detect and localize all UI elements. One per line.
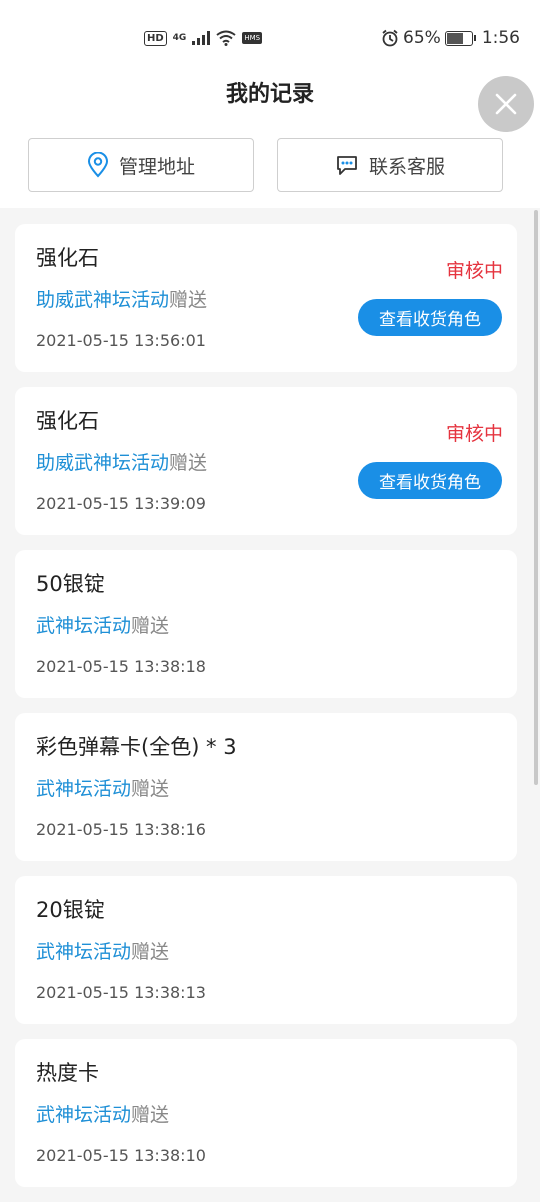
record-source: 武神坛活动赠送 — [36, 937, 169, 964]
signal-icon — [192, 31, 211, 45]
record-source-link[interactable]: 武神坛活动 — [36, 615, 131, 637]
record-source: 武神坛活动赠送 — [36, 774, 169, 801]
battery-percent: 65% — [403, 28, 441, 48]
record-item-name: 彩色弹幕卡(全色) * 3 — [36, 735, 237, 759]
status-badge: 审核中 — [445, 423, 503, 445]
header-area: HD 4G HMS 65% 1:56 我的记录 管理地址 联系客服 — [0, 0, 540, 208]
record-source-suffix: 赠送 — [131, 1104, 170, 1126]
record-source-suffix: 赠送 — [131, 778, 170, 800]
record-source-link[interactable]: 助威武神坛活动 — [36, 289, 169, 311]
manage-address-label: 管理地址 — [118, 155, 195, 178]
record-card: 彩色弹幕卡(全色) * 3 武神坛活动赠送 2021-05-15 13:38:1… — [15, 713, 517, 861]
battery-icon — [444, 30, 476, 46]
record-timestamp: 2021-05-15 13:38:10 — [36, 1146, 206, 1165]
record-item-name: 50银锭 — [36, 572, 105, 596]
record-source-suffix: 赠送 — [131, 615, 170, 637]
close-icon — [495, 93, 517, 115]
scrollbar[interactable] — [534, 210, 538, 785]
record-source-suffix: 赠送 — [131, 941, 170, 963]
clock-time: 1:56 — [481, 28, 520, 48]
record-source: 武神坛活动赠送 — [36, 1100, 169, 1127]
record-item-name: 热度卡 — [36, 1061, 99, 1085]
record-timestamp: 2021-05-15 13:38:13 — [36, 983, 206, 1002]
manage-address-button[interactable]: 管理地址 — [28, 138, 254, 192]
status-badge: 审核中 — [445, 260, 503, 282]
record-item-name: 强化石 — [36, 409, 99, 433]
wifi-icon — [216, 30, 236, 46]
record-source-link[interactable]: 武神坛活动 — [36, 778, 131, 800]
record-card: 20银锭 武神坛活动赠送 2021-05-15 13:38:13 — [15, 876, 517, 1024]
record-source-suffix: 赠送 — [169, 289, 208, 311]
record-source: 助威武神坛活动赠送 — [36, 285, 207, 312]
contact-service-button[interactable]: 联系客服 — [277, 138, 503, 192]
record-source-link[interactable]: 助威武神坛活动 — [36, 452, 169, 474]
record-timestamp: 2021-05-15 13:38:16 — [36, 820, 206, 839]
status-bar-left: HD 4G HMS — [144, 30, 263, 46]
page-title: 我的记录 — [225, 82, 314, 107]
record-card: 强化石 助威武神坛活动赠送 2021-05-15 13:56:01 审核中 查看… — [15, 224, 517, 372]
record-card: 50银锭 武神坛活动赠送 2021-05-15 13:38:18 — [15, 550, 517, 698]
location-pin-icon — [87, 152, 108, 178]
status-bar-right: 65% 1:56 — [381, 28, 520, 48]
network-label: 4G — [172, 33, 187, 43]
record-list: 强化石 助威武神坛活动赠送 2021-05-15 13:56:01 审核中 查看… — [15, 224, 517, 1202]
record-timestamp: 2021-05-15 13:56:01 — [36, 331, 206, 350]
record-timestamp: 2021-05-15 13:39:09 — [36, 494, 206, 513]
status-bar: HD 4G HMS 65% 1:56 — [0, 26, 540, 56]
record-item-name: 20银锭 — [36, 898, 105, 922]
record-card: 强化石 助威武神坛活动赠送 2021-05-15 13:39:09 审核中 查看… — [15, 387, 517, 535]
close-button[interactable] — [478, 76, 534, 132]
record-source-link[interactable]: 武神坛活动 — [36, 941, 131, 963]
view-recipient-button[interactable]: 查看收货角色 — [358, 462, 502, 499]
hms-badge: HMS — [242, 32, 263, 44]
record-source-suffix: 赠送 — [169, 452, 208, 474]
record-card: 热度卡 武神坛活动赠送 2021-05-15 13:38:10 — [15, 1039, 517, 1187]
action-buttons: 管理地址 联系客服 — [28, 138, 503, 192]
contact-service-label: 联系客服 — [368, 155, 445, 178]
record-timestamp: 2021-05-15 13:38:18 — [36, 657, 206, 676]
record-source: 助威武神坛活动赠送 — [36, 448, 207, 475]
alarm-icon — [382, 29, 398, 47]
hd-badge: HD — [144, 30, 167, 46]
record-item-name: 强化石 — [36, 246, 99, 270]
chat-bubble-icon — [337, 156, 357, 175]
record-source: 武神坛活动赠送 — [36, 611, 169, 638]
view-recipient-button[interactable]: 查看收货角色 — [358, 299, 502, 336]
record-source-link[interactable]: 武神坛活动 — [36, 1104, 131, 1126]
